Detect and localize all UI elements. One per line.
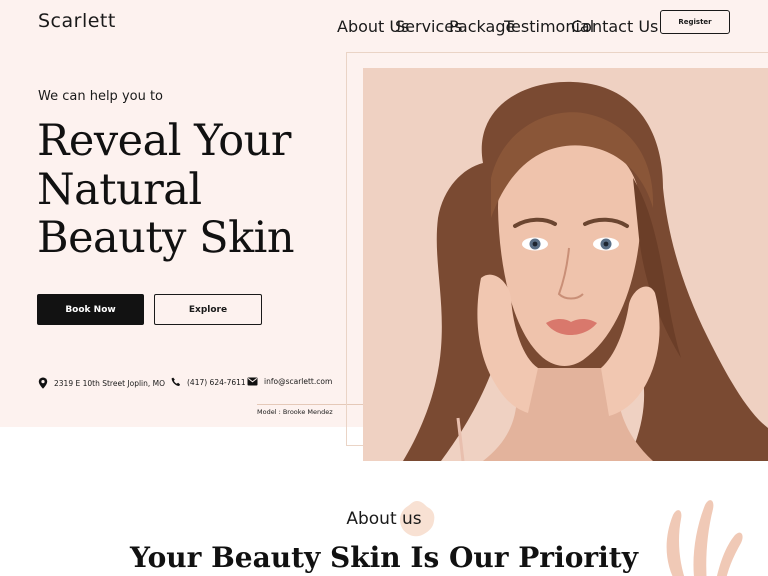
about-section-heading: Your Beauty Skin Is Our Priority: [130, 541, 638, 574]
hero-portrait-illustration: [403, 81, 768, 461]
contact-address: 2319 E 10th Street Joplin, MO: [38, 377, 165, 389]
nav-item-contact-us[interactable]: Contact Us: [571, 17, 658, 36]
phone-icon: [171, 377, 181, 387]
mail-icon: [247, 377, 258, 386]
hero-photo: [363, 68, 768, 461]
book-now-button[interactable]: Book Now: [37, 294, 144, 325]
headline-line-3: Beauty Skin: [37, 213, 295, 263]
headline-line-2: Natural: [37, 164, 202, 215]
contact-email: info@scarlett.com: [247, 377, 332, 386]
contact-phone: (417) 624-7611: [171, 377, 246, 387]
hero-kicker: We can help you to: [38, 89, 164, 104]
address-text: 2319 E 10th Street Joplin, MO: [54, 378, 166, 388]
hero-headline: Reveal Your Natural Beauty Skin: [37, 116, 295, 263]
model-credit: Model : Brooke Mendez: [257, 408, 333, 416]
brand-logo[interactable]: Scarlett: [38, 10, 116, 32]
explore-button[interactable]: Explore: [154, 294, 262, 325]
email-text[interactable]: info@scarlett.com: [264, 377, 332, 386]
about-section-title: About us: [346, 509, 422, 529]
register-button[interactable]: Register: [660, 10, 730, 34]
phone-text[interactable]: (417) 624-7611: [187, 378, 246, 387]
location-pin-icon: [38, 377, 48, 389]
leaf-decoration-icon: [666, 500, 743, 576]
headline-line-1: Reveal Your: [37, 116, 291, 166]
